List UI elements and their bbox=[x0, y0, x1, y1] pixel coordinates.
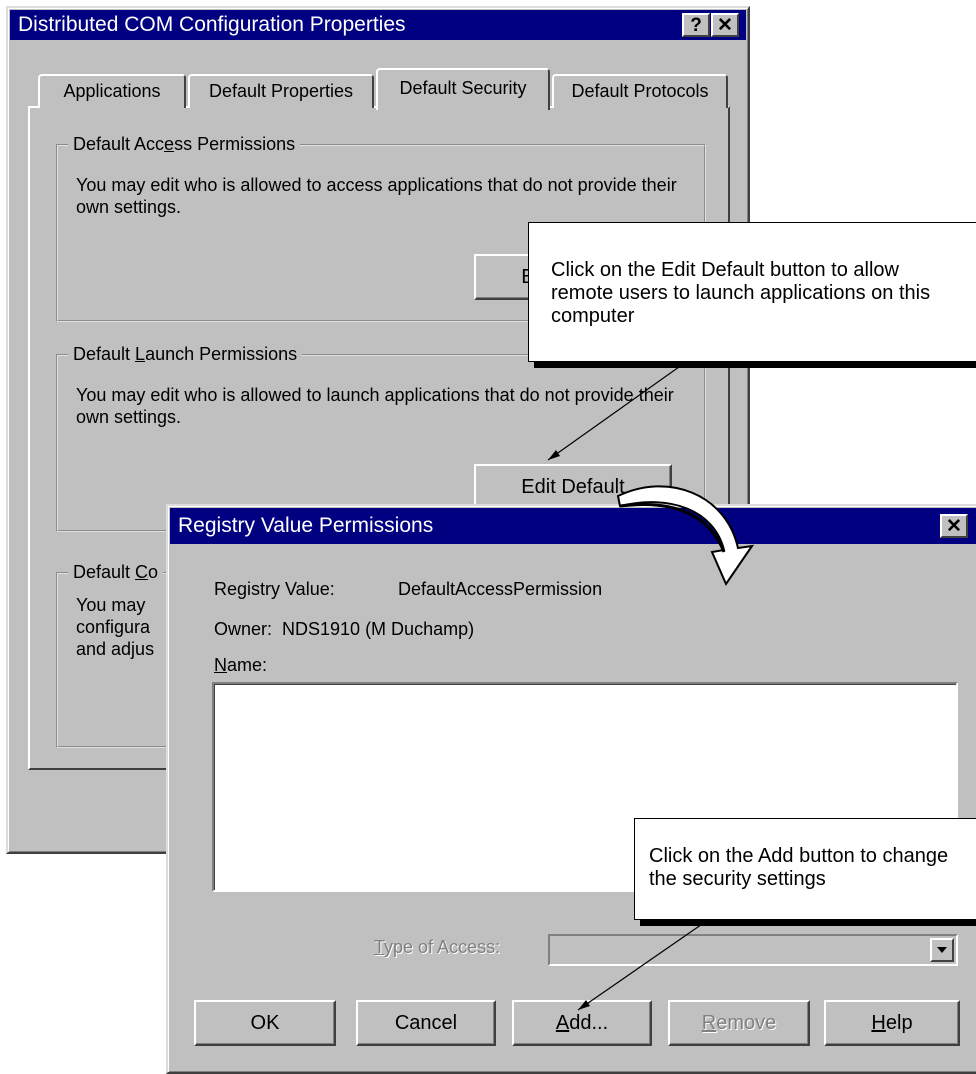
add-arrowhead bbox=[578, 1000, 590, 1010]
edit-default-leader-line bbox=[547, 361, 687, 461]
edit-default-arrowhead bbox=[548, 450, 560, 460]
add-leader-line bbox=[577, 919, 709, 1011]
annotation-arrows bbox=[547, 361, 755, 1011]
curved-arrow-icon bbox=[616, 485, 755, 587]
